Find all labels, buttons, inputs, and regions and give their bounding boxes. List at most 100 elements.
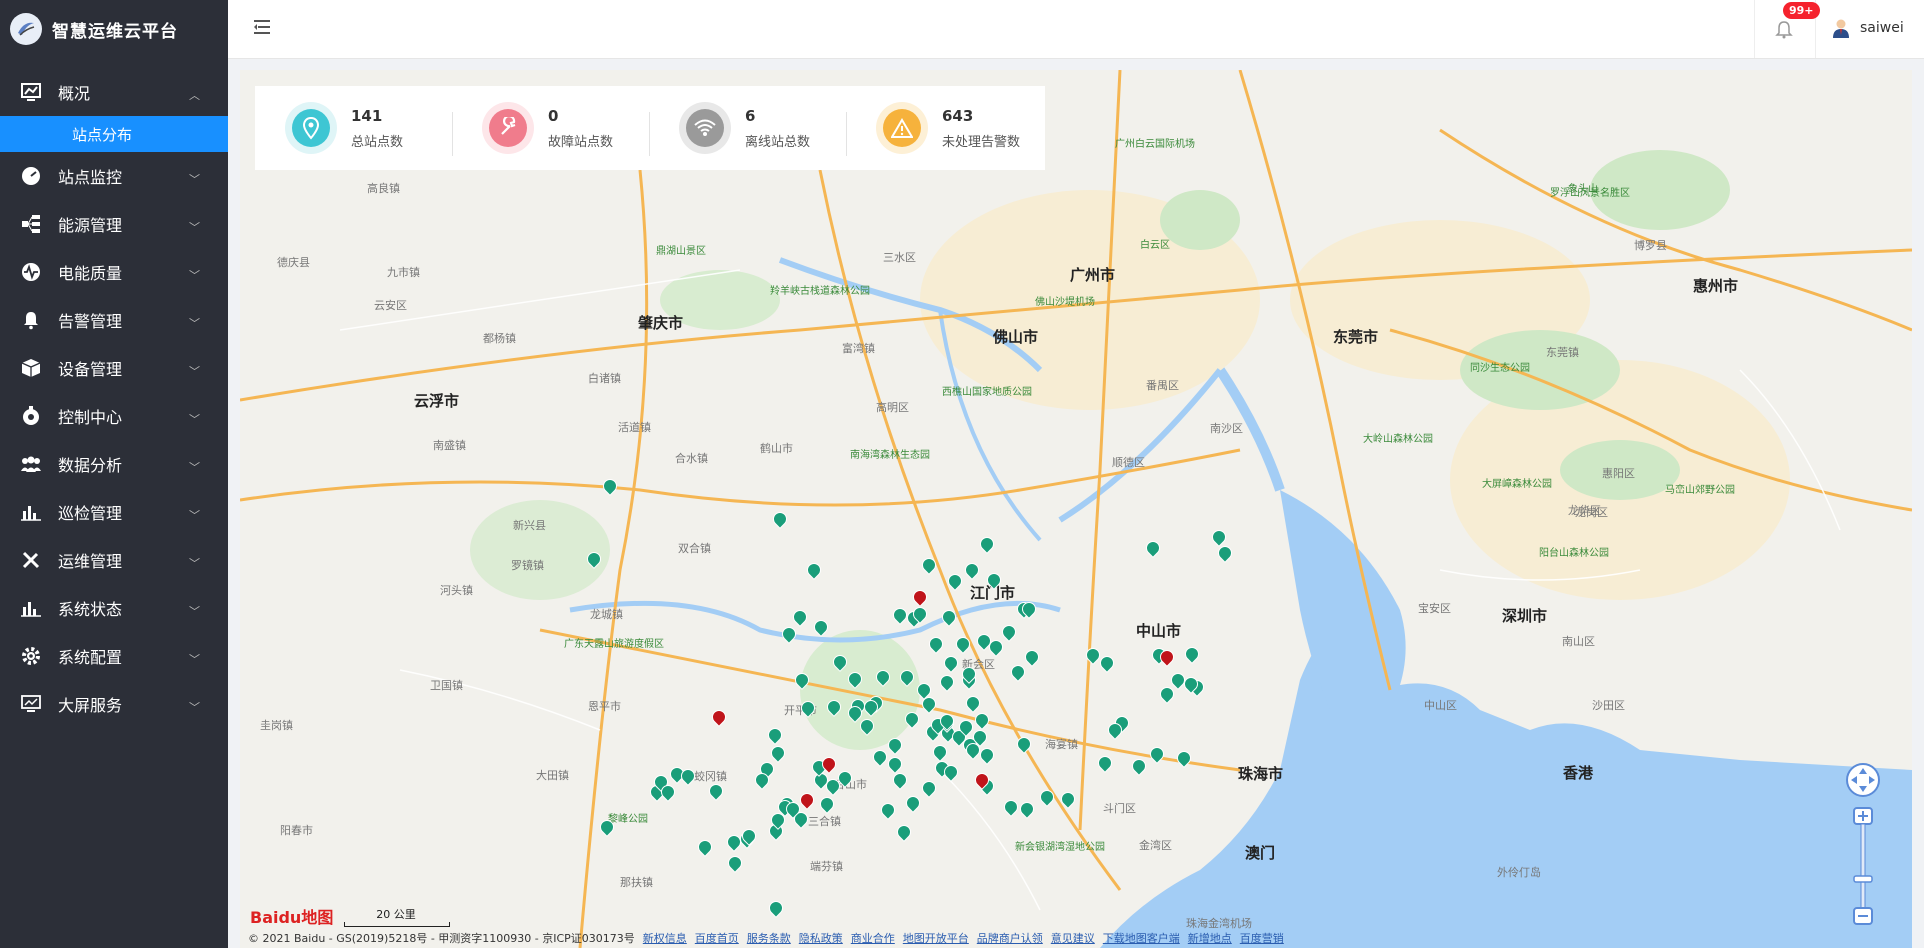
map-scale: 20 公里 xyxy=(344,906,450,927)
wifi-icon xyxy=(686,109,724,147)
map-town-label: 龙华区 xyxy=(1568,504,1601,517)
map-town-label: 罗镜镇 xyxy=(511,559,544,572)
stat-value: 0 xyxy=(548,106,559,125)
avatar xyxy=(1833,19,1849,38)
sidebar-item-2[interactable]: 能源管理 ﹀ xyxy=(0,200,228,248)
map-footer-link[interactable]: 新权信息 xyxy=(643,932,687,945)
map-city-label: 深圳市 xyxy=(1502,607,1548,625)
map-town-label: 惠阳区 xyxy=(1602,467,1635,480)
chevron-down-icon: ﹀ xyxy=(189,413,200,426)
bar-chart-icon xyxy=(20,501,42,523)
map-footer-link[interactable]: 百度营销 xyxy=(1240,932,1284,945)
sidebar-item-3[interactable]: 电能质量 ﹀ xyxy=(0,248,228,296)
sidebar-item-4[interactable]: 告警管理 ﹀ xyxy=(0,296,228,344)
map-park-label: 广东天露山旅游度假区 xyxy=(564,639,664,650)
stat-icon-wrap xyxy=(482,102,534,154)
map-town-label: 都杨镇 xyxy=(483,332,516,345)
map-town-label: 博罗县 xyxy=(1634,239,1667,252)
map-town-label: 圭岗镇 xyxy=(260,719,293,732)
stat-label: 故障站点数 xyxy=(548,134,614,150)
map-footer-link[interactable]: 意见建议 xyxy=(1051,932,1095,945)
tools-icon xyxy=(20,549,42,571)
map-park-label: 西樵山国家地质公园 xyxy=(942,387,1032,398)
map-footer-link[interactable]: 品牌商户认领 xyxy=(977,932,1043,945)
scale-label: 20 公里 xyxy=(376,908,416,921)
chevron-down-icon: ﹀ xyxy=(189,653,200,666)
chevron-down-icon: ﹀ xyxy=(189,509,200,522)
copyright-text: © 2021 Baidu - GS(2019)5218号 - 甲测资字11009… xyxy=(248,932,635,945)
map-town-label: 宝安区 xyxy=(1418,602,1451,615)
map-town-label: 白诸镇 xyxy=(588,372,621,385)
map-navigation-control[interactable] xyxy=(1843,762,1883,936)
chevron-down-icon: ﹀ xyxy=(189,221,200,234)
map-town-label: 顺德区 xyxy=(1112,456,1145,469)
top-header: 99+ saiwei xyxy=(228,0,1924,59)
gauge-icon xyxy=(20,165,42,187)
map-town-label: 高良镇 xyxy=(367,182,400,195)
sidebar-item-12[interactable]: 大屏服务 ﹀ xyxy=(0,680,228,728)
map-town-label: 金湾区 xyxy=(1139,839,1172,852)
map-town-label: 南盛镇 xyxy=(433,439,466,452)
map-town-label: 外伶仃岛 xyxy=(1497,866,1541,879)
map-footer-link[interactable]: 下载地图客户端 xyxy=(1103,932,1180,945)
sidebar-item-5[interactable]: 设备管理 ﹀ xyxy=(0,344,228,392)
chevron-down-icon: ﹀ xyxy=(189,269,200,282)
stat-card-2: 6 离线站总数 xyxy=(649,102,846,156)
sidebar-item-11[interactable]: 系统配置 ﹀ xyxy=(0,632,228,680)
logo-icon xyxy=(10,13,42,45)
sidebar-item-9[interactable]: 运维管理 ﹀ xyxy=(0,536,228,584)
sidebar-item-6[interactable]: 控制中心 ﹀ xyxy=(0,392,228,440)
control-icon xyxy=(20,405,42,427)
map-footer-link[interactable]: 百度首页 xyxy=(695,932,739,945)
map-town-label: 斗门区 xyxy=(1103,802,1136,815)
map-footer-link[interactable]: 新增地点 xyxy=(1188,932,1232,945)
map-town-label: 南沙区 xyxy=(1210,422,1243,435)
chevron-down-icon: ﹀ xyxy=(189,317,200,330)
stat-value: 141 xyxy=(351,106,383,125)
app-logo[interactable]: 智慧运维云平台 xyxy=(0,0,228,58)
map-footer-link[interactable]: 商业合作 xyxy=(851,932,895,945)
map-town-label: 海宴镇 xyxy=(1045,738,1078,751)
map-copyright: © 2021 Baidu - GS(2019)5218号 - 甲测资字11009… xyxy=(248,930,1284,946)
sidebar-item-8[interactable]: 巡检管理 ﹀ xyxy=(0,488,228,536)
map-footer-link[interactable]: 地图开放平台 xyxy=(903,932,969,945)
map-area[interactable] xyxy=(240,70,1912,948)
sidebar-item-7[interactable]: 数据分析 ﹀ xyxy=(0,440,228,488)
sidebar-item-label: 巡检管理 xyxy=(58,504,123,523)
sidebar-item-0[interactable]: 概况 ︿ xyxy=(0,68,228,116)
map-city-label: 肇庆市 xyxy=(638,314,684,332)
stat-icon-wrap xyxy=(285,102,337,154)
map-park-label: 大岭山森林公园 xyxy=(1363,434,1433,445)
app-title: 智慧运维云平台 xyxy=(52,21,178,42)
map-background xyxy=(240,70,1912,948)
sidebar-item-10[interactable]: 系统状态 ﹀ xyxy=(0,584,228,632)
map-park-label: 广州白云国际机场 xyxy=(1115,139,1195,150)
map-city-label: 中山市 xyxy=(1136,622,1182,640)
map-town-label: 三合镇 xyxy=(808,815,841,828)
map-town-label: 河头镇 xyxy=(440,584,473,597)
dashboard-icon xyxy=(20,81,42,103)
map-city-label: 广州市 xyxy=(1070,266,1116,284)
sidebar-item-1[interactable]: 站点监控 ﹀ xyxy=(0,152,228,200)
map-footer-link[interactable]: 服务条款 xyxy=(747,932,791,945)
warning-icon xyxy=(883,109,921,147)
sidebar-subitem-site-distribution[interactable]: 站点分布 xyxy=(0,116,228,152)
map-park-label: 象头山 xyxy=(1568,184,1598,195)
user-menu[interactable]: saiwei xyxy=(1832,18,1904,38)
stat-card-0: 141 总站点数 xyxy=(255,102,452,154)
map-town-label: 云安区 xyxy=(374,299,407,312)
chevron-down-icon: ﹀ xyxy=(189,173,200,186)
map-footer-link[interactable]: 隐私政策 xyxy=(799,932,843,945)
sidebar-item-label: 概况 xyxy=(58,84,91,103)
sidebar-item-label: 系统配置 xyxy=(58,648,123,667)
map-town-label: 东莞镇 xyxy=(1546,346,1579,359)
map-park-label: 鼎湖山景区 xyxy=(656,246,706,257)
menu-collapse-icon[interactable] xyxy=(252,18,274,40)
sidebar-item-label: 大屏服务 xyxy=(58,696,123,715)
sidebar-item-label: 电能质量 xyxy=(58,264,123,283)
notification-button[interactable]: 99+ xyxy=(1754,0,1820,58)
map-town-label: 三水区 xyxy=(883,251,916,264)
stat-value: 643 xyxy=(942,106,974,125)
stats-panel: 141 总站点数 0 故障站点数 6 离线站总数 643 未处理告警数 xyxy=(255,86,1045,170)
map-town-label: 新兴县 xyxy=(513,519,546,532)
